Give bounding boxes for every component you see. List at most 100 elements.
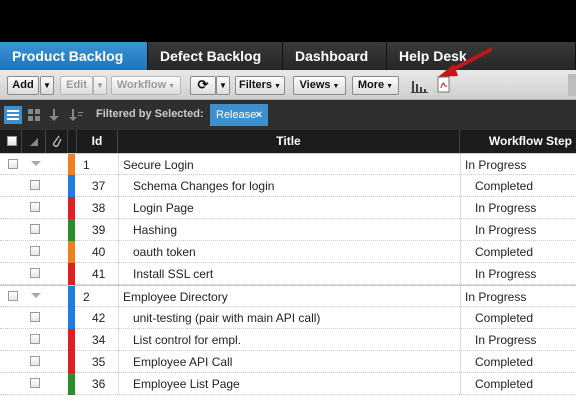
column-divider [118,351,119,373]
tab-dashboard[interactable]: Dashboard [283,42,387,70]
row-checkbox[interactable] [30,312,40,322]
priority-color-bar [68,154,75,176]
list-view-icon[interactable] [4,106,22,124]
row-workflow-step[interactable]: In Progress [475,197,575,219]
priority-color-bar [68,219,75,241]
child-row[interactable]: 39 Hashing In Progress [0,219,576,241]
row-title[interactable]: Hashing [133,219,458,241]
column-divider [460,154,461,176]
row-checkbox[interactable] [30,180,40,190]
caret-down-icon: ▼ [332,83,340,90]
row-checkbox[interactable] [30,224,40,234]
row-checkbox[interactable] [30,378,40,388]
chip-close-icon[interactable]: × [256,104,262,126]
filter-sort-icon[interactable] [67,106,85,124]
column-divider [118,373,119,395]
row-workflow-step[interactable]: Completed [475,351,575,373]
attachment-column-header[interactable] [46,130,68,153]
priority-color-bar [68,351,75,373]
expand-corner-icon [30,138,38,146]
more-label: More [357,79,385,91]
column-divider [118,286,119,308]
row-checkbox[interactable] [30,334,40,344]
row-workflow-step[interactable]: In Progress [475,263,575,285]
add-dropdown-button[interactable]: ▼ [40,76,54,95]
report-icon[interactable] [436,75,452,95]
refresh-button[interactable]: ⟳ [190,76,216,95]
row-workflow-step[interactable]: In Progress [475,329,575,351]
select-all-checkbox[interactable] [7,136,17,146]
more-button[interactable]: More ▼ [352,76,399,95]
child-row[interactable]: 35 Employee API Call Completed [0,351,576,373]
workflow-button[interactable]: Workflow ▼ [111,76,181,95]
tab-help-desk[interactable]: Help Desk [387,42,576,70]
priority-color-bar [68,307,75,329]
row-title[interactable]: Employee API Call [133,351,458,373]
tab-defect-backlog[interactable]: Defect Backlog [148,42,283,70]
parent-row[interactable]: 2 Employee Directory In Progress [0,285,576,308]
column-divider [460,241,461,263]
id-column-header[interactable]: Id [77,130,118,153]
row-workflow-step[interactable]: In Progress [465,154,565,176]
edit-button[interactable]: Edit [60,76,93,95]
row-workflow-step[interactable]: Completed [475,175,575,197]
child-row[interactable]: 34 List control for empl. In Progress [0,329,576,351]
backlog-grid-body: 1 Secure Login In Progress 37 Schema Changes… [0,153,576,405]
sort-down-icon[interactable] [45,106,63,124]
views-button[interactable]: Views ▼ [293,76,346,95]
row-title[interactable]: List control for empl. [133,329,458,351]
tab-bar: Product Backlog Defect Backlog Dashboard… [0,42,576,70]
row-title[interactable]: Secure Login [123,154,448,176]
row-title[interactable]: Schema Changes for login [133,175,458,197]
grid-header: Id Title Workflow Step [0,130,576,153]
child-row[interactable]: 38 Login Page In Progress [0,197,576,219]
row-checkbox[interactable] [8,159,18,169]
child-row[interactable]: 36 Employee List Page Completed [0,373,576,395]
row-checkbox[interactable] [30,246,40,256]
collapse-triangle-icon[interactable] [31,293,41,298]
row-checkbox[interactable] [30,356,40,366]
row-title[interactable]: Employee Directory [123,286,448,308]
caret-down-icon: ▼ [219,81,227,90]
column-divider [460,219,461,241]
row-workflow-step[interactable]: In Progress [475,219,575,241]
row-title[interactable]: oauth token [133,241,458,263]
edit-dropdown-button[interactable]: ▼ [93,76,107,95]
add-button[interactable]: Add [7,76,39,95]
column-divider [118,219,119,241]
grid-view-icon[interactable] [25,106,43,124]
column-divider [460,286,461,308]
workflow-step-column-header[interactable]: Workflow Step [460,130,576,153]
row-workflow-step[interactable]: Completed [475,373,575,395]
release-filter-chip[interactable]: Release × [210,104,268,126]
refresh-dropdown-button[interactable]: ▼ [216,76,230,95]
child-row[interactable]: 42 unit-testing (pair with main API call)… [0,307,576,329]
chart-icon[interactable] [410,76,430,95]
chip-label: Release [216,109,257,121]
caret-down-icon: ▼ [386,83,394,90]
row-workflow-step[interactable]: In Progress [465,286,565,308]
expand-column-header[interactable] [22,130,46,153]
child-row[interactable]: 37 Schema Changes for login Completed [0,175,576,197]
row-checkbox[interactable] [30,202,40,212]
title-column-header[interactable]: Title [118,130,460,153]
row-checkbox[interactable] [8,291,18,301]
child-row[interactable]: 40 oauth token Completed [0,241,576,263]
row-title[interactable]: Install SSL cert [133,263,458,285]
parent-row[interactable]: 1 Secure Login In Progress [0,153,576,176]
column-divider [460,351,461,373]
row-title[interactable]: Employee List Page [133,373,458,395]
child-row[interactable]: 41 Install SSL cert In Progress [0,263,576,285]
filters-button[interactable]: Filters ▼ [235,76,285,95]
row-checkbox[interactable] [30,268,40,278]
row-workflow-step[interactable]: Completed [475,241,575,263]
row-workflow-step[interactable]: Completed [475,307,575,329]
collapse-triangle-icon[interactable] [31,161,41,166]
row-title[interactable]: unit-testing (pair with main API call) [133,307,458,329]
column-divider [118,241,119,263]
caret-down-icon: ▼ [96,81,104,90]
tab-product-backlog[interactable]: Product Backlog [0,42,148,70]
column-divider [118,154,119,176]
priority-column-header [68,130,77,153]
row-title[interactable]: Login Page [133,197,458,219]
